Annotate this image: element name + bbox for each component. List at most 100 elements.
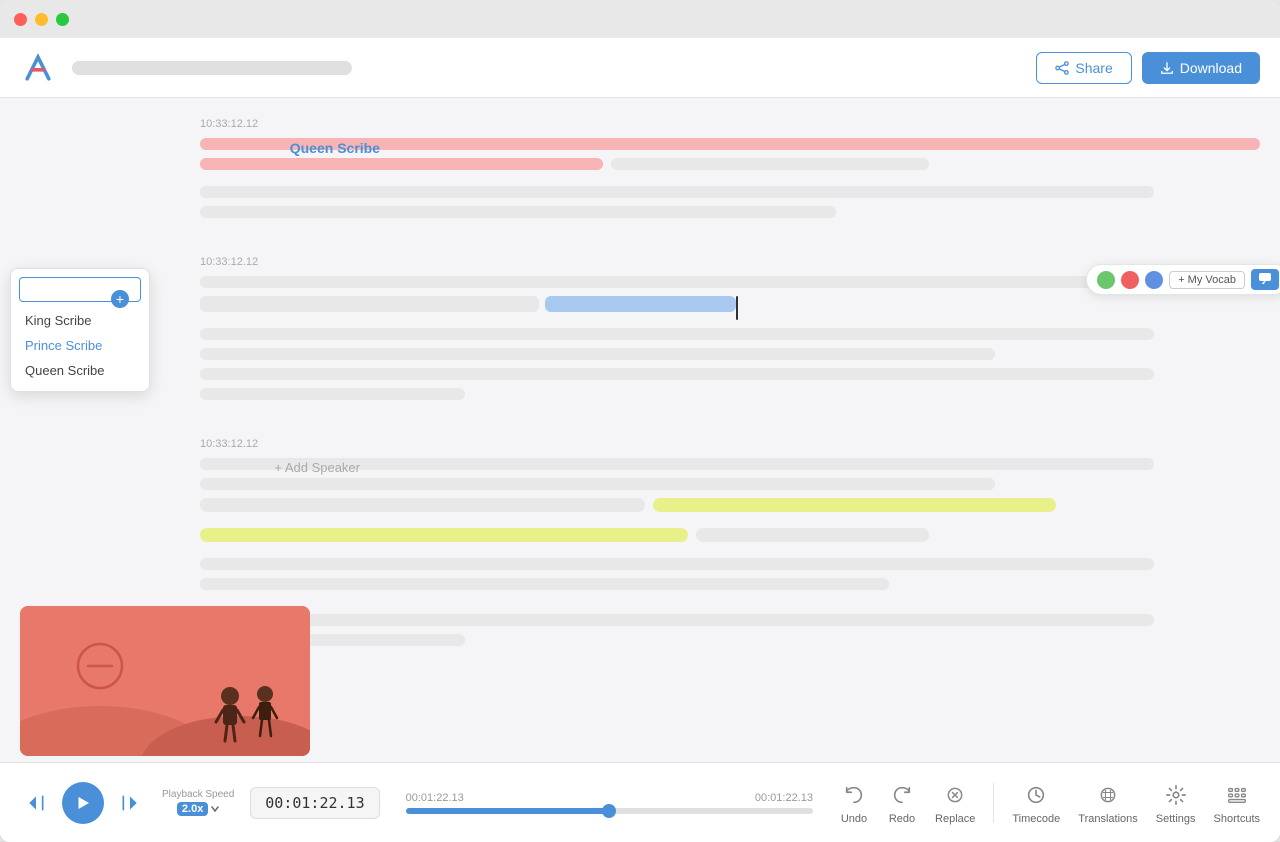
text-line-row-yellow-2 [200, 528, 1260, 550]
download-button[interactable]: Download [1142, 52, 1260, 84]
settings-label: Settings [1156, 813, 1196, 825]
document-title-bar [72, 61, 352, 75]
text-line [200, 368, 1154, 380]
undo-button[interactable]: Undo [839, 780, 869, 825]
my-vocab-button[interactable]: + My Vocab [1169, 271, 1245, 289]
playback-speed-label: Playback Speed [162, 789, 234, 800]
share-icon [1055, 61, 1069, 75]
transcript-block-3: + Add Speaker 10:33:12.12 [200, 438, 1260, 654]
text-line-row-yellow-1 [200, 498, 1260, 520]
text-line [200, 276, 1154, 288]
color-green-btn[interactable] [1097, 271, 1115, 289]
shortcuts-icon [1222, 780, 1252, 810]
speaker-dropdown[interactable]: + King Scribe Prince Scribe Queen Scribe [10, 268, 150, 392]
undo-label: Undo [841, 813, 867, 825]
chevron-down-icon [211, 806, 219, 812]
text-line [200, 348, 995, 360]
current-timecode-display: 00:01:22.13 [250, 787, 379, 819]
spacer [200, 598, 1260, 614]
selected-text [545, 296, 736, 312]
add-speaker-dropdown-btn[interactable]: + [111, 290, 129, 308]
selection-row: + My Vocab [200, 296, 1260, 320]
timecode-icon [1021, 780, 1051, 810]
bottom-toolbar: Playback Speed 2.0x 00:01:22.13 00:01:22… [0, 762, 1280, 842]
add-speaker-btn[interactable]: + Add Speaker [180, 460, 380, 475]
color-blue-btn[interactable] [1145, 271, 1163, 289]
content-col-2: 10:33:12.12 [200, 256, 1260, 408]
transcript-block-2: + King Scribe Prince Scribe Queen Scribe [200, 256, 1260, 408]
text-line [200, 498, 645, 512]
right-actions: Undo Redo R [839, 780, 1260, 825]
progress-end-time: 00:01:22.13 [755, 792, 813, 804]
share-label: Share [1075, 60, 1112, 76]
logo [20, 50, 56, 86]
text-line-yellow [653, 498, 1056, 512]
dropdown-item-prince[interactable]: Prince Scribe [19, 333, 141, 358]
settings-icon [1161, 780, 1191, 810]
comment-button[interactable] [1251, 269, 1279, 290]
minimize-button[interactable] [35, 13, 48, 26]
dropdown-item-queen[interactable]: Queen Scribe [19, 358, 141, 383]
text-line [200, 296, 539, 312]
speed-badge[interactable]: 2.0x [177, 802, 208, 816]
rewind-button[interactable] [20, 787, 52, 819]
inline-toolbar: + My Vocab [1086, 264, 1280, 295]
play-icon [74, 794, 92, 812]
text-line [200, 206, 836, 218]
forward-button[interactable] [114, 787, 146, 819]
text-cursor [736, 296, 738, 320]
download-label: Download [1180, 60, 1242, 76]
timecode-label: Timecode [1012, 813, 1060, 825]
redo-button[interactable]: Redo [887, 780, 917, 825]
text-line [200, 328, 1154, 340]
title-bar [0, 0, 1280, 38]
maximize-button[interactable] [56, 13, 69, 26]
translations-icon [1093, 780, 1123, 810]
translations-button[interactable]: Translations [1078, 780, 1138, 825]
play-button[interactable] [62, 782, 104, 824]
text-line-yellow [200, 528, 688, 542]
speaker-col-3: + Add Speaker [200, 438, 400, 475]
shortcuts-label: Shortcuts [1214, 813, 1260, 825]
text-line [200, 186, 1154, 198]
progress-area: 00:01:22.13 00:01:22.13 [396, 792, 823, 814]
progress-start-time: 00:01:22.13 [406, 792, 464, 804]
replace-button[interactable]: Replace [935, 780, 975, 825]
rewind-icon [26, 793, 46, 813]
speaker-queen-scribe[interactable]: Queen Scribe [290, 140, 380, 156]
replace-label: Replace [935, 813, 975, 825]
text-line [611, 158, 929, 170]
dropdown-item-king[interactable]: King Scribe [19, 308, 141, 333]
progress-bar-track[interactable] [406, 808, 813, 814]
progress-bar-fill [406, 808, 610, 814]
header-actions: Share Download [1036, 52, 1260, 84]
playback-speed-block: Playback Speed 2.0x [162, 789, 234, 816]
text-line [200, 614, 1154, 626]
translations-label: Translations [1078, 813, 1138, 825]
comment-icon [1258, 272, 1272, 284]
redo-icon [887, 780, 917, 810]
text-line [200, 478, 995, 490]
speaker-col-1: Queen Scribe [200, 118, 400, 158]
video-illustration [20, 606, 310, 756]
progress-thumb[interactable] [602, 804, 616, 818]
download-icon [1160, 61, 1174, 75]
add-speaker-label: + Add Speaker [274, 460, 360, 475]
progress-times: 00:01:22.13 00:01:22.13 [406, 792, 813, 804]
share-button[interactable]: Share [1036, 52, 1131, 84]
text-line [696, 528, 929, 542]
playback-controls [20, 782, 146, 824]
text-line [200, 388, 465, 400]
timecode-button[interactable]: Timecode [1012, 780, 1060, 825]
settings-button[interactable]: Settings [1156, 780, 1196, 825]
text-line-row [200, 158, 1260, 178]
text-line [200, 158, 603, 170]
text-line [200, 558, 1154, 570]
shortcuts-button[interactable]: Shortcuts [1214, 780, 1260, 825]
forward-icon [120, 793, 140, 813]
replace-icon [940, 780, 970, 810]
action-divider [993, 783, 994, 823]
undo-icon [839, 780, 869, 810]
color-red-btn[interactable] [1121, 271, 1139, 289]
close-button[interactable] [14, 13, 27, 26]
